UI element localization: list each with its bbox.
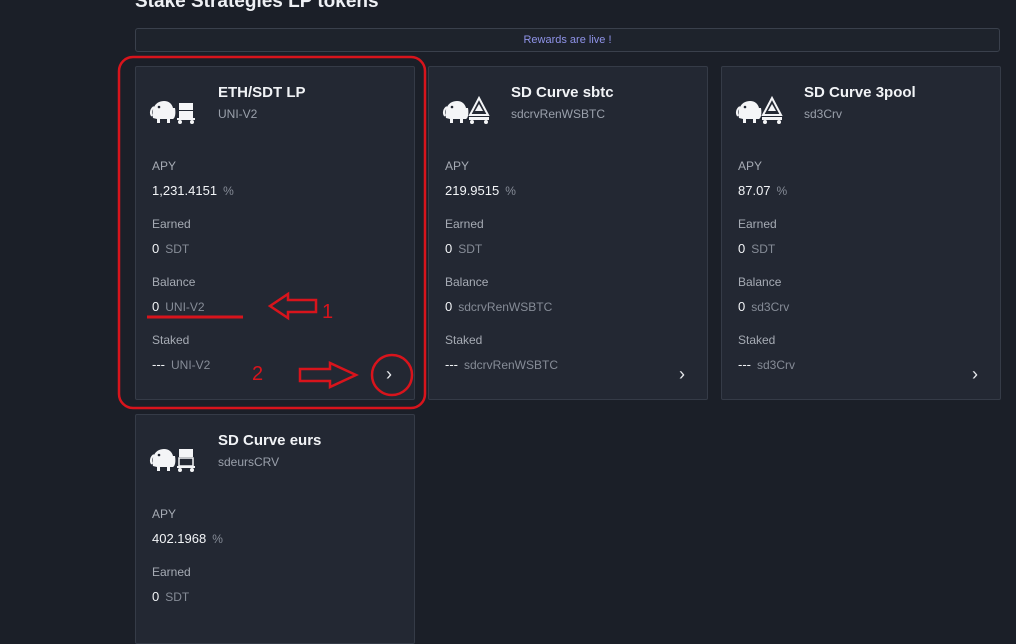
earned-number: 0 <box>738 241 746 256</box>
pool-symbol: sdcrvRenWSBTC <box>511 107 606 121</box>
apy-label: APY <box>738 159 763 173</box>
staked-label: Staked <box>445 333 483 347</box>
pool-name: ETH/SDT LP <box>218 84 306 101</box>
staked-unit: sd3Crv <box>757 358 796 372</box>
staked-unit: UNI-V2 <box>171 358 211 372</box>
rewards-banner: Rewards are live ! <box>135 28 1000 52</box>
staked-unit: sdcrvRenWSBTC <box>464 358 559 372</box>
balance-number: 0 <box>152 299 160 314</box>
pool-symbol: UNI-V2 <box>218 107 258 121</box>
earned-number: 0 <box>445 241 453 256</box>
balance-label: Balance <box>445 275 489 289</box>
apy-number: 402.1968 <box>152 531 207 546</box>
earned-value: 0 SDT <box>738 241 775 256</box>
balance-value: 0 sdcrvRenWSBTC <box>445 299 552 314</box>
balance-label: Balance <box>738 275 782 289</box>
pool-card-eth-sdt[interactable]: ETH/SDT LP UNI-V2 APY 1,231.4151% Earned… <box>135 66 415 400</box>
earned-number: 0 <box>152 589 160 604</box>
apy-value: 219.9515% <box>445 183 516 198</box>
earned-number: 0 <box>152 241 160 256</box>
balance-value: 0 sd3Crv <box>738 299 789 314</box>
apy-unit: % <box>505 184 516 198</box>
pool-card-sd-curve-sbtc[interactable]: SD Curve sbtc sdcrvRenWSBTC APY 219.9515… <box>428 66 708 400</box>
apy-unit: % <box>776 184 788 198</box>
balance-label: Balance <box>152 275 196 289</box>
earned-value: 0 SDT <box>152 241 189 256</box>
balance-value: 0 UNI-V2 <box>152 299 205 314</box>
staked-value: --- sdcrvRenWSBTC <box>445 357 558 372</box>
balance-unit: UNI-V2 <box>165 300 205 314</box>
apy-value: 87.07% <box>738 183 787 198</box>
elephant-icon <box>149 449 195 472</box>
chevron-right-icon[interactable]: › <box>380 365 398 383</box>
apy-number: 219.9515 <box>445 183 500 198</box>
earned-unit: SDT <box>751 242 776 256</box>
elephant-icon <box>735 95 783 124</box>
earned-label: Earned <box>152 217 191 231</box>
apy-number: 1,231.4151 <box>152 183 218 198</box>
staked-value: --- sd3Crv <box>738 357 795 372</box>
pool-card-sd-curve-eurs[interactable]: SD Curve eurs sdeursCRV APY 402.1968% Ea… <box>135 414 415 644</box>
staked-value: --- UNI-V2 <box>152 357 210 372</box>
pool-symbol: sdeursCRV <box>218 455 280 469</box>
elephant-icon <box>149 101 195 124</box>
earned-unit: SDT <box>165 242 190 256</box>
earned-label: Earned <box>445 217 484 231</box>
apy-label: APY <box>152 159 177 173</box>
chevron-right-icon[interactable]: › <box>966 365 984 383</box>
balance-number: 0 <box>738 299 746 314</box>
balance-unit: sd3Crv <box>751 300 790 314</box>
pool-name: SD Curve sbtc <box>511 84 614 101</box>
staked-label: Staked <box>152 333 190 347</box>
staked-label: Staked <box>738 333 776 347</box>
apy-unit: % <box>212 532 223 546</box>
apy-unit: % <box>223 184 234 198</box>
earned-label: Earned <box>738 217 777 231</box>
earned-unit: SDT <box>458 242 483 256</box>
pool-symbol: sd3Crv <box>804 107 843 121</box>
pool-name: SD Curve 3pool <box>804 84 916 101</box>
balance-unit: sdcrvRenWSBTC <box>458 300 553 314</box>
earned-label: Earned <box>152 565 191 579</box>
earned-value: 0 SDT <box>445 241 482 256</box>
staked-number: --- <box>152 357 165 372</box>
page-title: Stake Strategies LP tokens <box>135 0 379 12</box>
apy-label: APY <box>152 507 177 521</box>
staked-number: --- <box>445 357 458 372</box>
apy-value: 402.1968% <box>152 531 223 546</box>
staked-number: --- <box>738 357 751 372</box>
earned-unit: SDT <box>165 590 190 604</box>
elephant-icon <box>442 95 490 124</box>
apy-number: 87.07 <box>738 183 771 198</box>
apy-label: APY <box>445 159 470 173</box>
chevron-right-icon[interactable]: › <box>673 365 691 383</box>
earned-value: 0 SDT <box>152 589 189 604</box>
balance-number: 0 <box>445 299 453 314</box>
apy-value: 1,231.4151% <box>152 183 234 198</box>
pool-name: SD Curve eurs <box>218 432 322 449</box>
pool-card-sd-curve-3pool[interactable]: SD Curve 3pool sd3Crv APY 87.07% Earned … <box>721 66 1001 400</box>
